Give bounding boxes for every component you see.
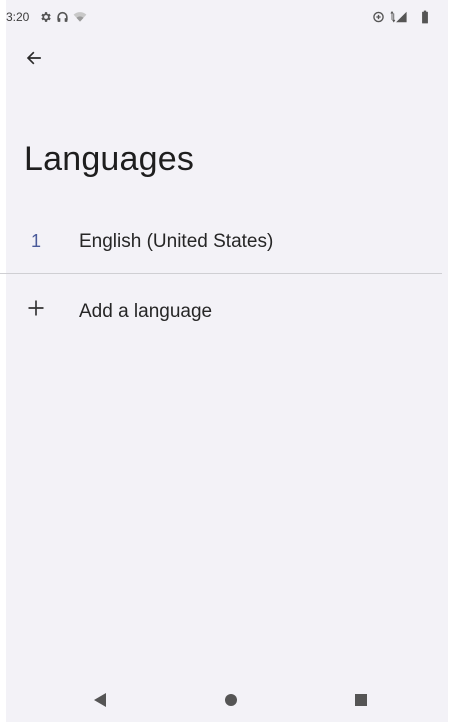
page-title: Languages (24, 140, 195, 178)
status-bar: 3:20 (6, 0, 448, 34)
divider (0, 273, 442, 274)
language-index: 1 (31, 231, 42, 251)
signal-icon (390, 10, 407, 23)
add-language-button[interactable]: Add a language (0, 280, 442, 342)
nav-home-button[interactable] (216, 685, 246, 715)
wifi-icon (73, 12, 87, 22)
arrow-back-icon (26, 51, 41, 65)
language-list-item[interactable]: 1 English (United States) (0, 210, 442, 272)
add-language-label: Add a language (79, 301, 213, 322)
language-label: English (United States) (79, 231, 274, 252)
battery-icon (422, 10, 428, 24)
back-button[interactable] (18, 42, 50, 74)
nav-back-button[interactable] (85, 685, 115, 715)
headphones-icon (57, 11, 68, 22)
screen: 3:20 Languages 1 English (United States)… (0, 0, 449, 722)
back-triangle-icon (94, 693, 106, 707)
status-time: 3:20 (6, 10, 30, 24)
nav-recents-button[interactable] (346, 685, 376, 715)
settings-icon (41, 12, 51, 22)
data-saver-icon (373, 11, 384, 23)
plus-icon (28, 300, 44, 316)
recents-square-icon (355, 694, 367, 706)
navigation-bar (6, 677, 448, 722)
home-circle-icon (225, 694, 237, 706)
